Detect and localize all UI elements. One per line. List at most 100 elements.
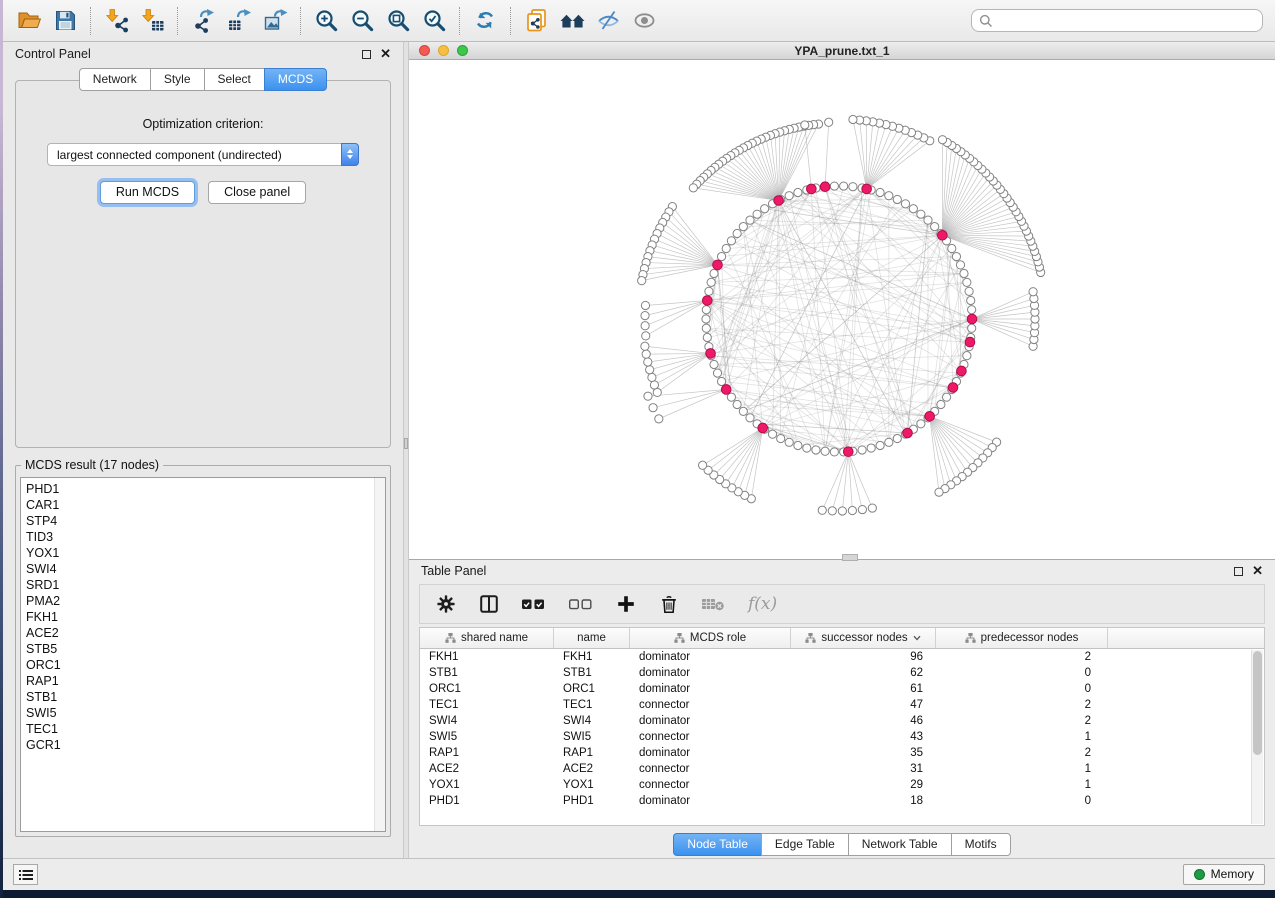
satellite-node[interactable] — [641, 342, 649, 350]
satellite-node[interactable] — [935, 488, 943, 496]
cell-successor-nodes[interactable]: 46 — [791, 715, 936, 727]
cell-successor-nodes[interactable]: 62 — [791, 667, 936, 679]
table-row[interactable]: SWI5SWI5connector431 — [420, 729, 1264, 745]
ring-node[interactable] — [960, 269, 968, 277]
ring-node[interactable] — [901, 200, 909, 208]
cell-successor-nodes[interactable]: 96 — [791, 651, 936, 663]
ring-node[interactable] — [733, 229, 741, 237]
cell-successor-nodes[interactable]: 35 — [791, 747, 936, 759]
ring-node[interactable] — [713, 369, 721, 377]
cell-successor-nodes[interactable]: 61 — [791, 683, 936, 695]
satellite-node[interactable] — [644, 358, 652, 366]
ring-node[interactable] — [733, 400, 741, 408]
table-tab-network-table[interactable]: Network Table — [848, 833, 951, 856]
mcds-hub-node[interactable] — [925, 411, 935, 421]
mcds-list-scrollbar[interactable] — [374, 478, 385, 831]
mcds-hub-node[interactable] — [706, 349, 716, 359]
mcds-hub-node[interactable] — [820, 182, 830, 192]
ring-node[interactable] — [956, 261, 964, 269]
mcds-hub-node[interactable] — [965, 337, 975, 347]
table-scrollbar[interactable] — [1251, 650, 1263, 824]
ring-node[interactable] — [876, 188, 884, 196]
mcds-hub-node[interactable] — [948, 383, 958, 393]
cell-MCDS-role[interactable]: connector — [630, 779, 791, 791]
cell-shared-name[interactable]: SWI5 — [420, 731, 554, 743]
refresh-icon[interactable] — [467, 4, 503, 38]
satellite-node[interactable] — [644, 392, 652, 400]
share-document-icon[interactable] — [518, 4, 554, 38]
satellite-node[interactable] — [648, 373, 656, 381]
table-tab-motifs[interactable]: Motifs — [951, 833, 1011, 856]
mcds-result-item[interactable]: ACE2 — [26, 625, 385, 641]
save-session-icon[interactable] — [47, 4, 83, 38]
cell-shared-name[interactable]: FKH1 — [420, 651, 554, 663]
cell-MCDS-role[interactable]: dominator — [630, 683, 791, 695]
cell-predecessor-nodes[interactable]: 2 — [936, 747, 1108, 759]
cell-shared-name[interactable]: SWI4 — [420, 715, 554, 727]
mcds-result-item[interactable]: RAP1 — [26, 673, 385, 689]
mcds-result-list[interactable]: PHD1CAR1STP4TID3YOX1SWI4SRD1PMA2FKH1ACE2… — [20, 477, 386, 832]
search-box[interactable] — [971, 9, 1263, 32]
cell-MCDS-role[interactable]: dominator — [630, 715, 791, 727]
cell-MCDS-role[interactable]: connector — [630, 731, 791, 743]
satellite-node[interactable] — [638, 277, 646, 285]
cell-name[interactable]: YOX1 — [554, 779, 630, 791]
ring-node[interactable] — [948, 244, 956, 252]
export-image-icon[interactable] — [257, 4, 293, 38]
mcds-result-item[interactable]: STB5 — [26, 641, 385, 657]
zoom-selected-icon[interactable] — [416, 4, 452, 38]
ring-node[interactable] — [707, 278, 715, 286]
mcds-result-item[interactable]: SWI5 — [26, 705, 385, 721]
satellite-node[interactable] — [641, 312, 649, 320]
satellite-node[interactable] — [838, 507, 846, 515]
satellite-node[interactable] — [825, 118, 833, 126]
window-close-light[interactable] — [419, 45, 430, 56]
ring-node[interactable] — [794, 188, 802, 196]
show-eye-icon[interactable] — [626, 4, 662, 38]
table-row[interactable]: RAP1RAP1dominator352 — [420, 745, 1264, 761]
table-row[interactable]: STB1STB1dominator620 — [420, 665, 1264, 681]
mcds-hub-node[interactable] — [903, 428, 913, 438]
search-input[interactable] — [998, 14, 1255, 28]
ring-node[interactable] — [717, 377, 725, 385]
cell-name[interactable]: RAP1 — [554, 747, 630, 759]
mcds-hub-node[interactable] — [862, 184, 872, 194]
ring-node[interactable] — [702, 306, 710, 314]
column-header-MCDS-role[interactable]: MCDS role — [630, 628, 791, 648]
ring-node[interactable] — [702, 324, 710, 332]
ring-node[interactable] — [803, 444, 811, 452]
cell-MCDS-role[interactable]: dominator — [630, 795, 791, 807]
cell-MCDS-role[interactable]: dominator — [630, 651, 791, 663]
ring-node[interactable] — [917, 210, 925, 218]
ring-node[interactable] — [885, 438, 893, 446]
cell-name[interactable]: STB1 — [554, 667, 630, 679]
ring-node[interactable] — [867, 444, 875, 452]
ring-node[interactable] — [812, 446, 820, 454]
mcds-result-item[interactable]: GCR1 — [26, 737, 385, 753]
cell-predecessor-nodes[interactable]: 2 — [936, 715, 1108, 727]
cell-predecessor-nodes[interactable]: 0 — [936, 683, 1108, 695]
satellite-node[interactable] — [849, 115, 857, 123]
table-tab-node-table[interactable]: Node Table — [673, 833, 761, 856]
optimization-criterion-dropdown[interactable]: largest connected component (undirected) — [47, 143, 359, 166]
cell-successor-nodes[interactable]: 31 — [791, 763, 936, 775]
ring-node[interactable] — [722, 244, 730, 252]
network-graph[interactable] — [409, 60, 1273, 558]
settings-gear-icon[interactable] — [435, 593, 457, 615]
cell-shared-name[interactable]: ORC1 — [420, 683, 554, 695]
tab-style[interactable]: Style — [150, 68, 204, 91]
satellite-node[interactable] — [646, 366, 654, 374]
import-table-icon[interactable] — [134, 4, 170, 38]
cell-shared-name[interactable]: RAP1 — [420, 747, 554, 759]
cell-shared-name[interactable]: PHD1 — [420, 795, 554, 807]
ring-node[interactable] — [924, 216, 932, 224]
cell-MCDS-role[interactable]: connector — [630, 763, 791, 775]
satellite-node[interactable] — [641, 322, 649, 330]
mcds-hub-node[interactable] — [774, 196, 784, 206]
clear-table-icon[interactable] — [701, 595, 727, 613]
memory-button[interactable]: Memory — [1183, 864, 1265, 885]
cell-predecessor-nodes[interactable]: 1 — [936, 779, 1108, 791]
ring-node[interactable] — [727, 237, 735, 245]
satellite-node[interactable] — [650, 381, 658, 389]
ring-node[interactable] — [785, 192, 793, 200]
